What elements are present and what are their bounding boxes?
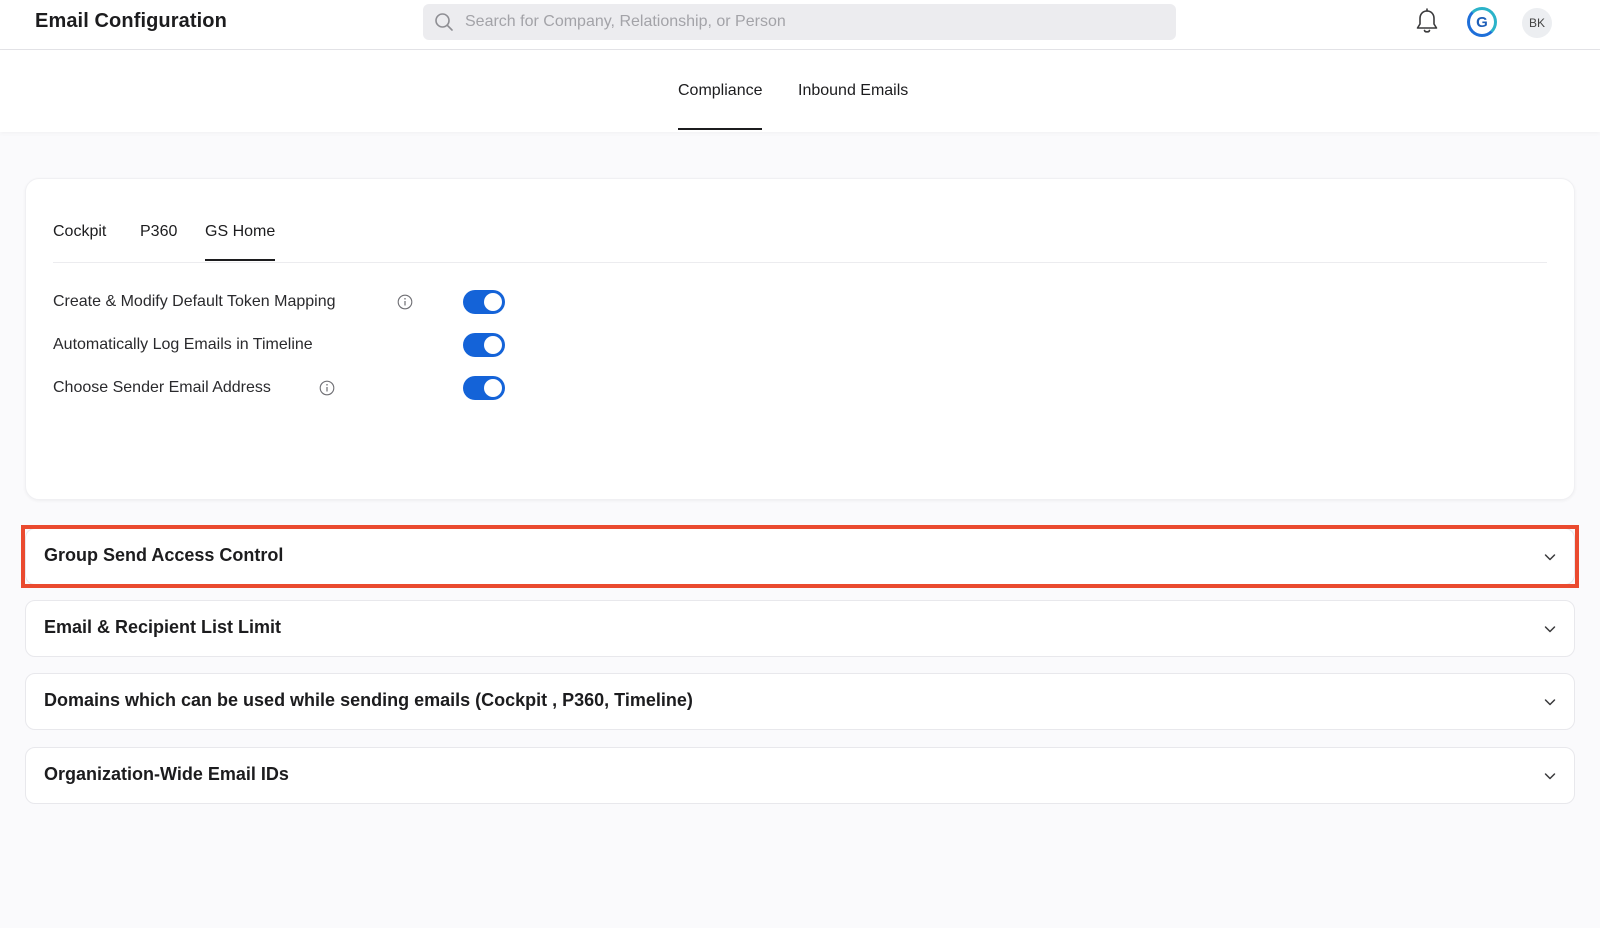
toggle-token-mapping[interactable]	[463, 290, 505, 314]
search-input[interactable]	[465, 4, 1165, 40]
chevron-down-icon	[1544, 699, 1556, 706]
info-icon[interactable]	[319, 380, 335, 396]
page-title: Email Configuration	[35, 10, 227, 32]
subtab-p360[interactable]: P360	[140, 223, 177, 241]
toggle-sender-email[interactable]	[463, 376, 505, 400]
subtab-gs-home[interactable]: GS Home	[205, 223, 276, 261]
setting-label: Choose Sender Email Address	[53, 379, 271, 396]
settings-card: Cockpit P360 GS Home Create & Modify Def…	[25, 178, 1575, 500]
accordion-title: Organization-Wide Email IDs	[44, 764, 289, 784]
global-search[interactable]	[423, 4, 1176, 40]
avatar[interactable]: BK	[1522, 8, 1552, 38]
search-icon	[435, 13, 453, 31]
accordion-group-send-access[interactable]: Group Send Access Control	[25, 528, 1575, 585]
accordion-domains[interactable]: Domains which can be used while sending …	[25, 673, 1575, 730]
accordion-org-email-ids[interactable]: Organization-Wide Email IDs	[25, 747, 1575, 804]
setting-token-mapping: Create & Modify Default Token Mapping	[53, 288, 505, 318]
setting-sender-email: Choose Sender Email Address	[53, 374, 505, 404]
brand-logo[interactable]: G	[1467, 7, 1497, 37]
toggle-knob	[484, 379, 502, 397]
sub-tab-bar: Cockpit P360 GS Home	[53, 223, 1547, 263]
accordion-title: Domains which can be used while sending …	[44, 690, 693, 710]
setting-label: Automatically Log Emails in Timeline	[53, 336, 313, 353]
toggle-log-emails[interactable]	[463, 333, 505, 357]
toggle-knob	[484, 293, 502, 311]
setting-log-emails: Automatically Log Emails in Timeline	[53, 331, 505, 361]
app-header: Email Configuration G BK	[0, 0, 1600, 50]
bell-icon[interactable]	[1414, 8, 1440, 36]
accordion-title: Group Send Access Control	[44, 545, 284, 565]
chevron-down-icon	[1544, 773, 1556, 780]
tab-compliance[interactable]: Compliance	[678, 82, 763, 130]
toggle-knob	[484, 336, 502, 354]
accordion-recipient-limit[interactable]: Email & Recipient List Limit	[25, 600, 1575, 657]
tab-inbound-emails[interactable]: Inbound Emails	[798, 82, 908, 100]
accordion-title: Email & Recipient List Limit	[44, 617, 282, 637]
subtab-cockpit[interactable]: Cockpit	[53, 223, 106, 241]
chevron-down-icon	[1544, 554, 1556, 561]
info-icon[interactable]	[397, 294, 413, 310]
main-tab-bar: Compliance Inbound Emails	[0, 50, 1600, 132]
setting-label: Create & Modify Default Token Mapping	[53, 293, 336, 310]
chevron-down-icon	[1544, 626, 1556, 633]
